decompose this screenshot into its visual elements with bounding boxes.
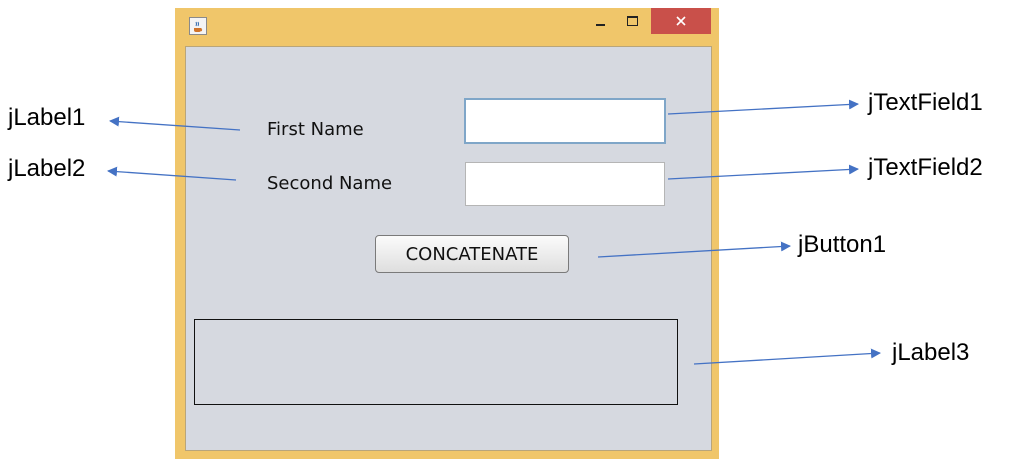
annotation-jlabel3: jLabel3 (892, 339, 970, 366)
maximize-icon (626, 16, 638, 26)
second-name-field[interactable] (465, 162, 665, 206)
app-window: First Name Second Name CONCATENATE (175, 8, 719, 459)
second-name-label: Second Name (267, 173, 393, 194)
close-button[interactable] (651, 8, 711, 34)
annotation-jlabel2: jLabel2 (8, 155, 86, 182)
maximize-button[interactable] (617, 8, 647, 34)
result-label (194, 319, 678, 405)
concatenate-button[interactable]: CONCATENATE (375, 235, 569, 273)
first-name-label: First Name (267, 119, 364, 140)
annotation-jlabel1: jLabel1 (8, 104, 86, 131)
title-bar[interactable] (175, 8, 719, 46)
minimize-icon (595, 24, 605, 26)
java-coffee-cup-icon[interactable] (189, 17, 207, 35)
first-name-field[interactable] (464, 98, 666, 144)
annotation-jtextfield2: jTextField2 (868, 154, 983, 181)
content-pane: First Name Second Name CONCATENATE (185, 46, 712, 451)
annotation-jbutton1: jButton1 (798, 231, 887, 258)
diagram-stage: First Name Second Name CONCATENATE jLabe… (0, 0, 1019, 459)
arrow-jlabel3 (693, 348, 881, 365)
minimize-button[interactable] (585, 8, 615, 34)
annotation-jtextfield1: jTextField1 (868, 89, 983, 116)
close-icon (676, 16, 686, 26)
